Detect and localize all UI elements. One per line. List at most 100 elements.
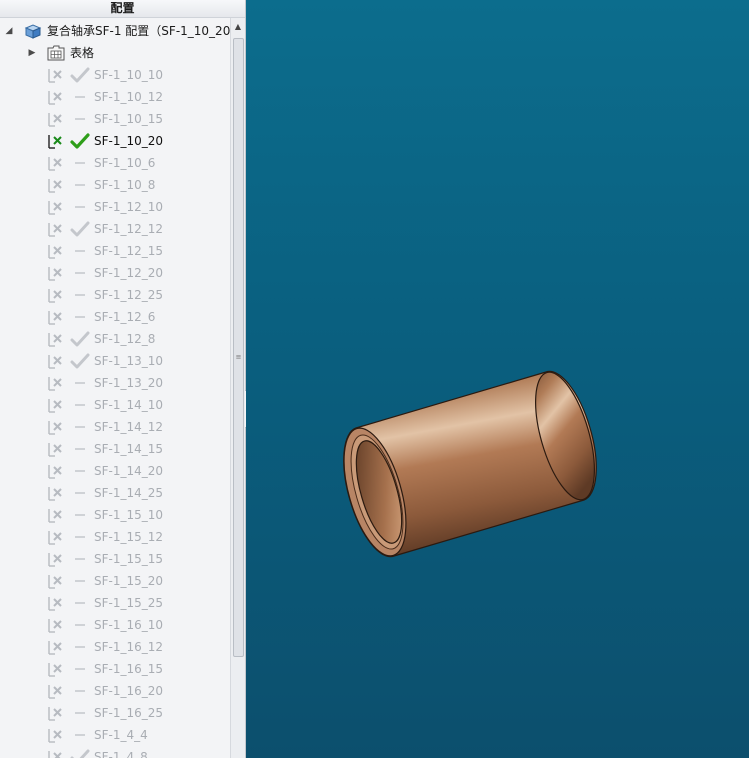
configuration-icon [48, 333, 62, 347]
configuration-label: SF-1_16_20 [94, 684, 164, 698]
configuration-label: SF-1_12_10 [94, 200, 164, 214]
configuration-label: SF-1_12_8 [94, 332, 156, 346]
scroll-grip-icon: ≡ [235, 353, 242, 361]
configuration-icon [48, 245, 62, 259]
configuration-row[interactable]: SF-1_12_12 [0, 218, 230, 240]
configuration-row[interactable]: SF-1_10_10 [0, 64, 230, 86]
configuration-icon [48, 223, 62, 237]
configuration-icon [48, 597, 62, 611]
configuration-row[interactable]: SF-1_14_12 [0, 416, 230, 438]
tree-scrollbar[interactable]: ▲ ≡ [230, 18, 245, 758]
configuration-label: SF-1_14_12 [94, 420, 164, 434]
graphics-viewport[interactable] [246, 0, 749, 758]
configuration-row[interactable]: SF-1_13_10 [0, 350, 230, 372]
scrollbar-thumb[interactable]: ≡ [233, 38, 244, 657]
scroll-up-arrow-icon[interactable]: ▲ [231, 20, 245, 34]
configuration-row[interactable]: SF-1_16_12 [0, 636, 230, 658]
configuration-row[interactable]: SF-1_10_20 [0, 130, 230, 152]
dash-icon [75, 558, 85, 560]
configuration-row[interactable]: SF-1_14_10 [0, 394, 230, 416]
configuration-icon [48, 91, 62, 105]
configuration-row[interactable]: SF-1_12_20 [0, 262, 230, 284]
dash-icon [75, 118, 85, 120]
configuration-row[interactable]: SF-1_4_8 [0, 746, 230, 758]
configuration-icon [48, 751, 62, 758]
configuration-label: SF-1_10_15 [94, 112, 164, 126]
configuration-row[interactable]: SF-1_14_20 [0, 460, 230, 482]
configuration-icon [48, 553, 62, 567]
configuration-row[interactable]: SF-1_12_25 [0, 284, 230, 306]
configuration-row[interactable]: SF-1_15_15 [0, 548, 230, 570]
configuration-row[interactable]: SF-1_12_15 [0, 240, 230, 262]
configuration-row[interactable]: SF-1_16_10 [0, 614, 230, 636]
configuration-icon [48, 465, 62, 479]
configuration-label: SF-1_16_25 [94, 706, 164, 720]
configuration-label: SF-1_10_12 [94, 90, 164, 104]
configuration-label: SF-1_16_10 [94, 618, 164, 632]
configuration-row[interactable]: SF-1_16_20 [0, 680, 230, 702]
configuration-icon [48, 377, 62, 391]
configuration-row[interactable]: SF-1_10_15 [0, 108, 230, 130]
configuration-icon [48, 619, 62, 633]
expand-arrow-icon[interactable]: ▶ [27, 42, 37, 64]
dash-icon [75, 404, 85, 406]
configuration-row[interactable]: SF-1_10_12 [0, 86, 230, 108]
configuration-label: SF-1_15_20 [94, 574, 164, 588]
configuration-label: SF-1_14_15 [94, 442, 164, 456]
dash-icon [75, 162, 85, 164]
configuration-tree: ◢ 复合轴承SF-1 配置（SF-1_10_20） ▶ 表格 SF-1_10_1… [0, 18, 230, 758]
dash-icon [75, 272, 85, 274]
configuration-row[interactable]: SF-1_15_25 [0, 592, 230, 614]
configuration-icon [48, 575, 62, 589]
configuration-icon [48, 135, 62, 149]
assembly-config-icon [24, 24, 42, 39]
configuration-label: SF-1_4_4 [94, 728, 148, 742]
configuration-label: SF-1_15_15 [94, 552, 164, 566]
configuration-row[interactable]: SF-1_15_20 [0, 570, 230, 592]
configuration-row[interactable]: SF-1_12_8 [0, 328, 230, 350]
configuration-label: SF-1_10_6 [94, 156, 156, 170]
collapse-arrow-icon[interactable]: ◢ [4, 20, 14, 42]
configuration-label: SF-1_16_15 [94, 662, 164, 676]
configuration-icon [48, 531, 62, 545]
configuration-label: SF-1_4_8 [94, 750, 148, 758]
configuration-label: SF-1_12_20 [94, 266, 164, 280]
configuration-icon [48, 729, 62, 743]
configuration-row[interactable]: SF-1_12_10 [0, 196, 230, 218]
dash-icon [75, 184, 85, 186]
configuration-icon [48, 641, 62, 655]
configuration-icon [48, 443, 62, 457]
configuration-row[interactable]: SF-1_10_6 [0, 152, 230, 174]
dash-icon [75, 536, 85, 538]
configuration-row[interactable]: SF-1_14_15 [0, 438, 230, 460]
dash-icon [75, 668, 85, 670]
gray-check-icon [70, 749, 90, 758]
tree-table-row[interactable]: ▶ 表格 [0, 42, 230, 64]
configuration-icon [48, 509, 62, 523]
configuration-row[interactable]: SF-1_10_8 [0, 174, 230, 196]
dash-icon [75, 448, 85, 450]
configuration-row[interactable]: SF-1_14_25 [0, 482, 230, 504]
configuration-icon [48, 421, 62, 435]
configuration-label: SF-1_12_12 [94, 222, 164, 236]
bushing-3d-model[interactable] [316, 360, 676, 570]
configuration-label: SF-1_16_12 [94, 640, 164, 654]
dash-icon [75, 624, 85, 626]
configuration-row[interactable]: SF-1_13_20 [0, 372, 230, 394]
configuration-manager-panel: 配置 ◢ 复合轴承SF-1 配置（SF-1_10_20） ▶ 表格 SF-1_1… [0, 0, 246, 758]
configuration-row[interactable]: SF-1_15_10 [0, 504, 230, 526]
configuration-row[interactable]: SF-1_15_12 [0, 526, 230, 548]
tree-root-row[interactable]: ◢ 复合轴承SF-1 配置（SF-1_10_20） [0, 20, 230, 42]
dash-icon [75, 426, 85, 428]
dash-icon [75, 580, 85, 582]
configuration-row[interactable]: SF-1_16_25 [0, 702, 230, 724]
configuration-label: SF-1_14_20 [94, 464, 164, 478]
configuration-row[interactable]: SF-1_12_6 [0, 306, 230, 328]
configuration-label: SF-1_15_12 [94, 530, 164, 544]
configuration-label: SF-1_12_15 [94, 244, 164, 258]
dash-icon [75, 646, 85, 648]
configuration-row[interactable]: SF-1_4_4 [0, 724, 230, 746]
configuration-row[interactable]: SF-1_16_15 [0, 658, 230, 680]
dash-icon [75, 712, 85, 714]
dash-icon [75, 470, 85, 472]
